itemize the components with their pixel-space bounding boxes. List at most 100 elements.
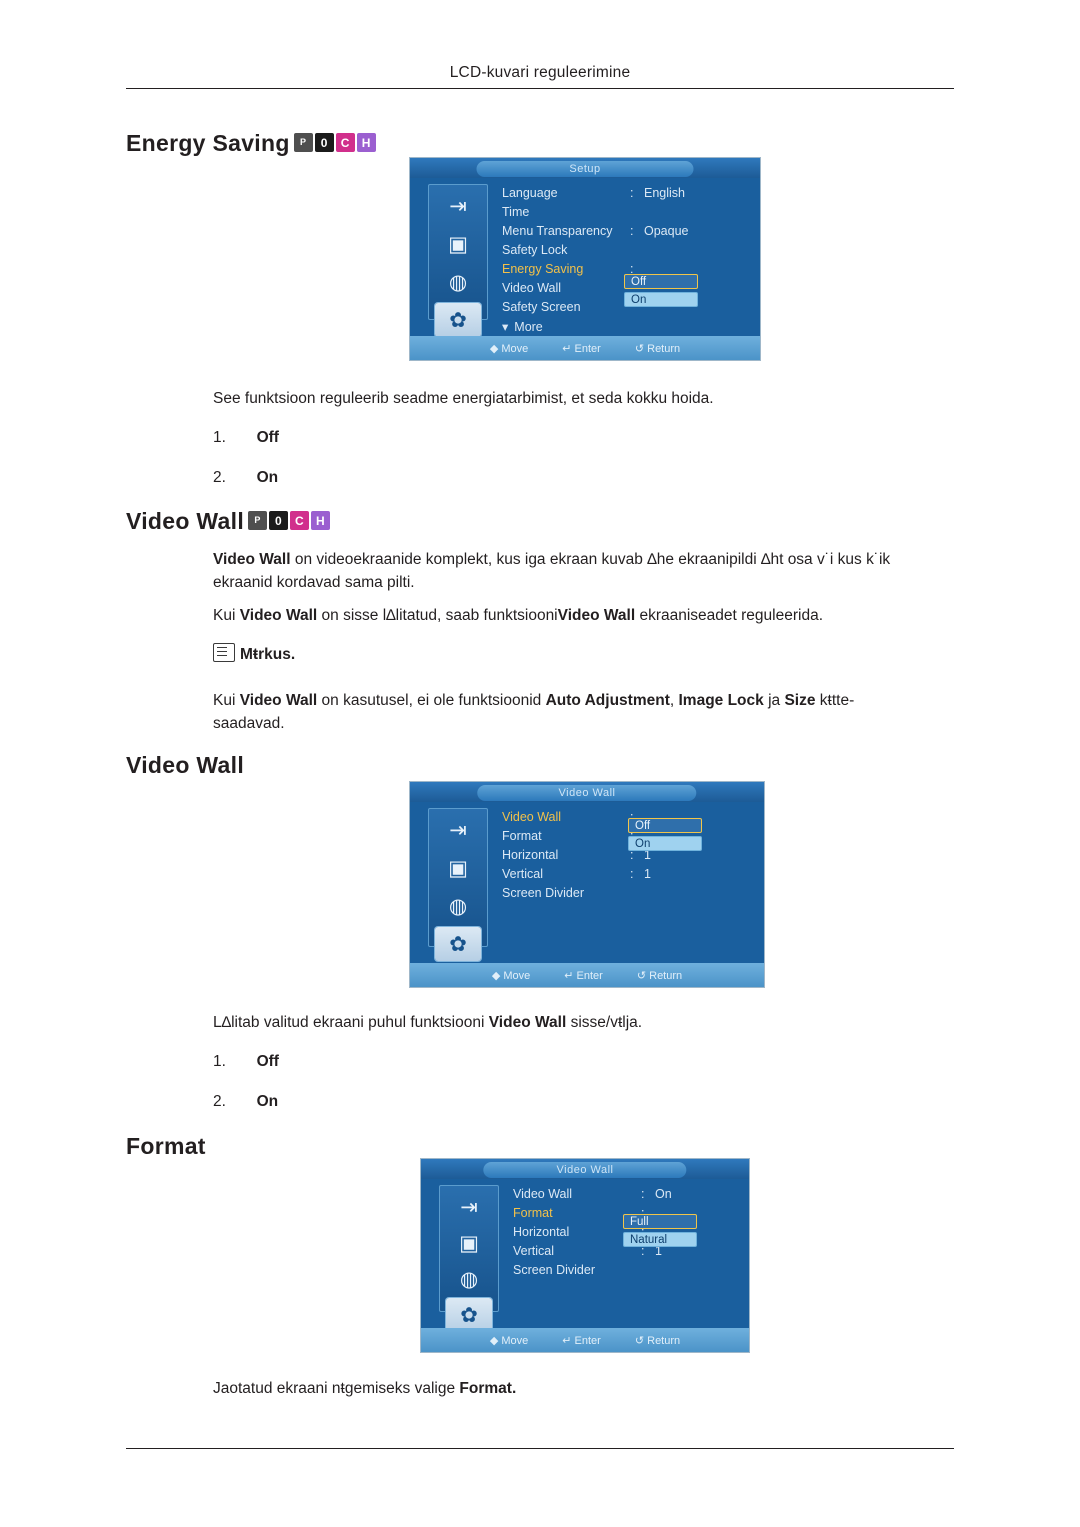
p2-c: on sisse l∆litatud, saab funktsiooni: [317, 607, 558, 624]
osd-option-on[interactable]: On: [628, 836, 702, 851]
list-label: Off: [256, 1053, 279, 1070]
osd-row[interactable]: Screen Divider: [502, 886, 754, 905]
osd-row-colon: :: [630, 867, 634, 881]
osd-row-value: English: [644, 186, 685, 200]
osd-row-label: Format: [513, 1206, 553, 1220]
osd-screenshot-video-wall: Video Wall ⇥ ▣ ◍ ✿ ◪ Video Wall : Format…: [409, 781, 765, 988]
note-f: kŧtte-: [815, 692, 855, 709]
osd-titlebar: Setup: [410, 158, 760, 178]
osd-row-label: Vertical: [502, 867, 543, 881]
footer-return: ↺ Return: [634, 342, 681, 355]
badge-h-icon: H: [311, 511, 331, 531]
osd-row[interactable]: Vertical : 1: [502, 867, 754, 886]
sound-icon[interactable]: ◍: [435, 265, 481, 299]
list-label: Off: [256, 429, 279, 446]
list-label: On: [256, 1093, 279, 1110]
osd-option-off[interactable]: Off: [628, 818, 702, 833]
osd-row-label: Menu Transparency: [502, 224, 613, 238]
note-block: Mŧrkus.: [213, 643, 295, 664]
header-rule: [126, 88, 954, 89]
setup-icon[interactable]: ✿: [435, 303, 481, 337]
osd-option-natural[interactable]: Natural: [623, 1232, 697, 1247]
list-number: 2.: [213, 469, 226, 486]
footer-return: ↺ Return: [636, 969, 683, 982]
badge-c-icon: C: [290, 511, 310, 531]
video-wall-paragraph-2: Kui Video Wall on sisse l∆litatud, saab …: [213, 604, 953, 627]
footer-move: ◆ Move: [489, 1334, 529, 1347]
setup-icon[interactable]: ✿: [435, 927, 481, 961]
p2-bold-2: Video Wall: [557, 607, 636, 624]
p2-bold-1: Video Wall: [239, 607, 318, 624]
vw-desc-bold: Video Wall: [488, 1014, 567, 1031]
footer-enter: ↵ Enter: [564, 969, 603, 982]
chevron-down-icon: ▾: [502, 320, 509, 334]
footer-enter: ↵ Enter: [562, 1334, 601, 1347]
osd-row[interactable]: Screen Divider: [513, 1263, 739, 1282]
osd-option-off[interactable]: Off: [624, 274, 698, 289]
picture-icon[interactable]: ▣: [446, 1226, 492, 1260]
osd-row[interactable]: Language : English: [502, 186, 750, 205]
input-icon[interactable]: ⇥: [435, 813, 481, 847]
osd-row[interactable]: Horizontal : 1: [502, 848, 754, 867]
osd-row-colon: :: [630, 224, 634, 238]
osd-row-label: Language: [502, 186, 558, 200]
input-icon[interactable]: ⇥: [446, 1190, 492, 1224]
note-bold-auto-adjustment: Auto Adjustment: [545, 692, 670, 709]
note-label: Mŧrkus.: [240, 646, 296, 663]
osd-row-label: Video Wall: [502, 810, 562, 824]
footer-move: ◆ Move: [489, 342, 529, 355]
osd-row-colon: :: [630, 186, 634, 200]
heading-energy-saving: Energy Saving P 0 C H: [126, 130, 376, 157]
picture-icon[interactable]: ▣: [435, 227, 481, 261]
osd-option-on[interactable]: On: [624, 292, 698, 307]
osd-row[interactable]: Safety Lock: [502, 243, 750, 262]
osd-row-colon: :: [641, 1187, 645, 1201]
osd-option-full[interactable]: Full: [623, 1214, 697, 1229]
inline-bold-video-wall: Video Wall: [213, 551, 291, 568]
osd-footer: ◆ Move ↵ Enter ↺ Return: [410, 963, 764, 987]
osd-title: Video Wall: [477, 785, 697, 801]
osd-row-label: Horizontal: [513, 1225, 570, 1239]
osd-screenshot-setup: Setup ⇥ ▣ ◍ ✿ ◪ Language : English Time: [409, 157, 761, 361]
badge-0-icon: 0: [314, 133, 334, 153]
osd-row[interactable]: Menu Transparency : Opaque: [502, 224, 750, 243]
format-caption-a: Jaotatud ekraani nŧgemiseks valige: [213, 1380, 460, 1397]
osd-row-label: Format: [502, 829, 542, 843]
document-page: LCD-kuvari reguleerimine Energy Saving P 0…: [0, 0, 1080, 1527]
heading-video-wall-intro-text: Video Wall: [126, 508, 245, 534]
osd-row-label: Video Wall: [502, 281, 562, 295]
picture-icon[interactable]: ▣: [435, 851, 481, 885]
vw-desc-c: sisse/vŧlja.: [566, 1014, 643, 1031]
osd-row-label: Safety Screen: [502, 300, 581, 314]
badge-h-icon: H: [356, 133, 376, 153]
osd-icon-column: ⇥ ▣ ◍ ✿ ◪: [439, 1185, 499, 1352]
badge-group-energy-saving: P0CH: [293, 133, 376, 153]
heading-energy-saving-text: Energy Saving: [126, 130, 290, 156]
osd-row-value: 1: [644, 867, 651, 881]
osd-row-label: Screen Divider: [513, 1263, 595, 1277]
input-icon[interactable]: ⇥: [435, 189, 481, 223]
osd-row[interactable]: Time: [502, 205, 750, 224]
setup-icon[interactable]: ✿: [446, 1298, 492, 1332]
list-number: 1.: [213, 1053, 226, 1070]
format-caption: Jaotatud ekraani nŧgemiseks valige Forma…: [213, 1377, 953, 1400]
osd-row[interactable]: Video Wall : On: [513, 1187, 739, 1206]
sound-icon[interactable]: ◍: [435, 889, 481, 923]
note-bold-image-lock: Image Lock: [678, 692, 764, 709]
sound-icon[interactable]: ◍: [446, 1262, 492, 1296]
osd-title: Setup: [476, 161, 694, 177]
osd-row-list: Language : English Time Menu Transparenc…: [502, 186, 750, 338]
video-wall-paragraph-1-rest: on videoekraanide komplekt, kus iga ekra…: [213, 551, 891, 591]
video-wall-paragraph-1: Video Wall on videoekraanide komplekt, k…: [213, 548, 953, 594]
footer-enter: ↵ Enter: [562, 342, 601, 355]
footer-rule: [126, 1448, 954, 1449]
note-c: on kasutusel, ei ole funktsioonid: [317, 692, 546, 709]
badge-p-icon: P: [293, 133, 313, 153]
osd-row-label: Screen Divider: [502, 886, 584, 900]
osd-icon-column: ⇥ ▣ ◍ ✿ ◪: [428, 184, 488, 360]
osd-titlebar: Video Wall: [410, 782, 764, 802]
video-wall-description: L∆litab valitud ekraani puhul funktsioon…: [213, 1011, 953, 1034]
note-a: Kui: [213, 692, 240, 709]
osd-footer: ◆ Move ↵ Enter ↺ Return: [410, 336, 760, 360]
list-number: 1.: [213, 429, 226, 446]
